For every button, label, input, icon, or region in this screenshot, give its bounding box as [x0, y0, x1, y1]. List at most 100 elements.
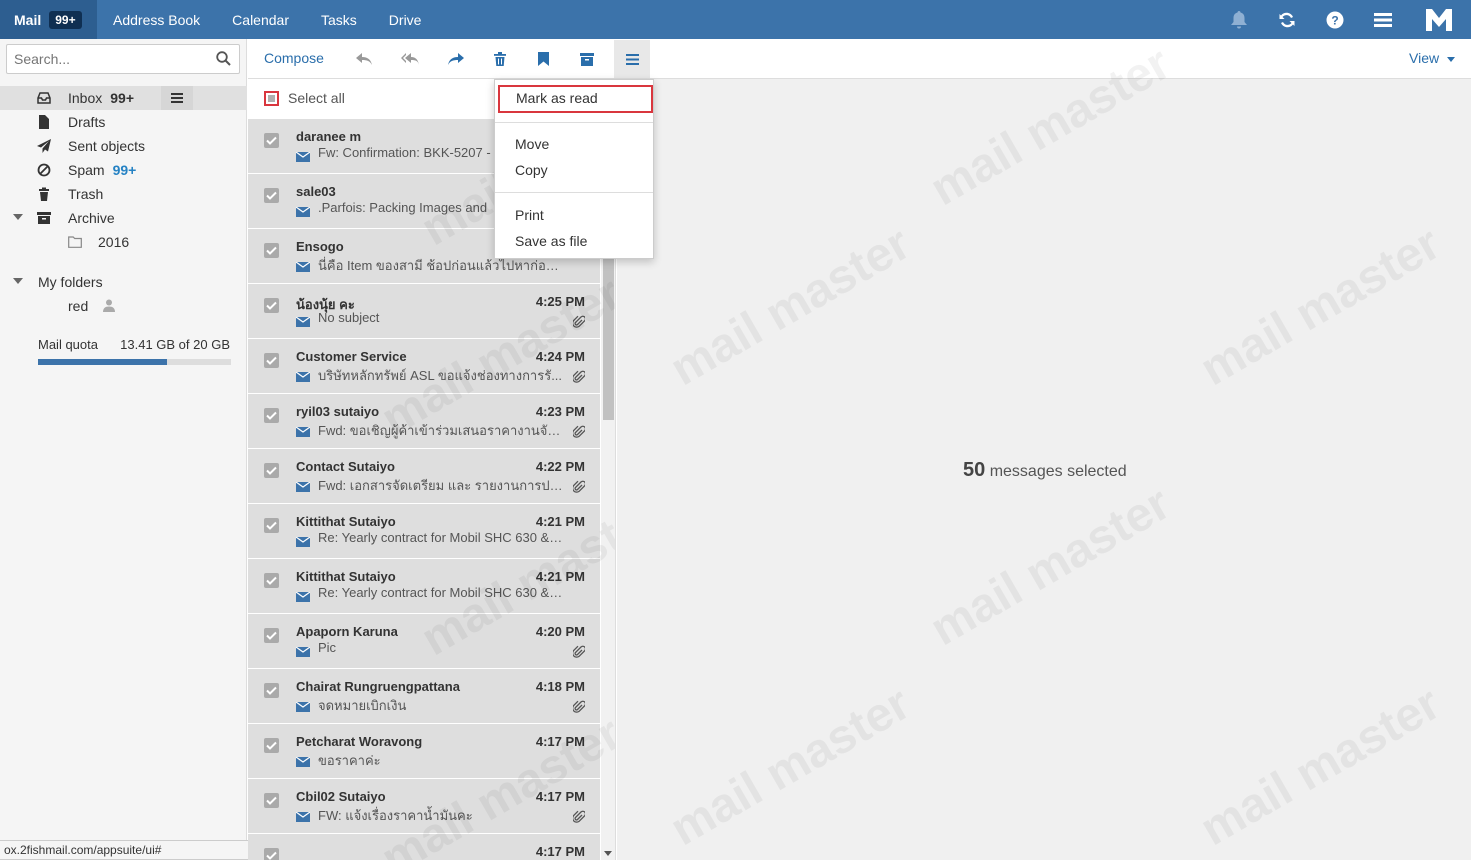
- check-icon: [266, 851, 277, 860]
- message-time: 4:22 PM: [535, 459, 585, 474]
- paperclip-icon: [572, 645, 587, 662]
- paperclip-icon: [572, 700, 587, 717]
- folder-trash[interactable]: Trash: [0, 182, 247, 206]
- nav-tasks[interactable]: Tasks: [305, 0, 373, 39]
- menu-item-print[interactable]: Print: [515, 207, 544, 223]
- message-subject: FW: แจ้งเรื่องราคาน้ำมันคะ: [318, 808, 473, 823]
- compose-button[interactable]: Compose: [264, 50, 324, 66]
- nav-mail-label: Mail: [14, 11, 42, 28]
- view-dropdown[interactable]: View: [1409, 50, 1455, 66]
- message-row[interactable]: Contact Sutaiyo 4:22 PM Fwd: เอกสารจัดเตรี…: [248, 449, 600, 504]
- watermark: mail master: [921, 476, 1180, 657]
- folder-drafts[interactable]: Drafts: [0, 110, 247, 134]
- row-checkbox[interactable]: [264, 848, 279, 860]
- message-row[interactable]: Kittithat Sutaiyo 4:21 PM Re: Yearly contr…: [248, 504, 600, 559]
- search-input[interactable]: [7, 45, 207, 73]
- delete-icon[interactable]: [488, 47, 512, 71]
- forward-icon[interactable]: [444, 47, 468, 71]
- refresh-icon[interactable]: [1263, 0, 1311, 39]
- nav-address-book[interactable]: Address Book: [97, 0, 216, 39]
- row-checkbox[interactable]: [264, 738, 279, 753]
- reply-icon[interactable]: [352, 47, 376, 71]
- row-checkbox[interactable]: [264, 353, 279, 368]
- row-checkbox[interactable]: [264, 628, 279, 643]
- inbox-icon: [37, 91, 51, 105]
- message-row[interactable]: Cbil02 Sutaiyo 4:17 PM FW: แจ้งเรื่องราคาน…: [248, 779, 600, 834]
- row-checkbox[interactable]: [264, 133, 279, 148]
- selection-summary: 50 messages selected: [963, 459, 1127, 482]
- inbox-menu-icon[interactable]: [161, 86, 193, 110]
- message-time: 4:17 PM: [535, 789, 585, 804]
- message-row[interactable]: Kittithat Sutaiyo 4:21 PM Re: Yearly contr…: [248, 559, 600, 614]
- row-checkbox[interactable]: [264, 793, 279, 808]
- nav-calendar[interactable]: Calendar: [216, 0, 305, 39]
- check-icon: [266, 741, 277, 750]
- archive-icon: [37, 211, 51, 225]
- search-icon[interactable]: [216, 51, 231, 69]
- row-checkbox[interactable]: [264, 243, 279, 258]
- envelope-icon: [295, 369, 311, 385]
- top-navigation-bar: Mail 99+ Address Book Calendar Tasks Dri…: [0, 0, 1471, 39]
- message-row[interactable]: Apaporn Karuna 4:20 PM Pic: [248, 614, 600, 669]
- menu-item-mark-as-read[interactable]: Mark as read: [498, 85, 653, 113]
- row-checkbox[interactable]: [264, 573, 279, 588]
- caret-down-icon[interactable]: [13, 278, 23, 284]
- menu-divider: [495, 192, 653, 193]
- message-time: 4:24 PM: [535, 349, 585, 364]
- message-row[interactable]: น้องนุ้ย คะ 4:25 PM No subject: [248, 284, 600, 339]
- send-icon: [37, 139, 51, 153]
- message-row[interactable]: 4:17 PM: [248, 834, 600, 860]
- caret-down-icon[interactable]: [13, 214, 23, 220]
- folder-red[interactable]: red: [0, 294, 247, 318]
- row-checkbox[interactable]: [264, 518, 279, 533]
- more-actions-icon[interactable]: [614, 40, 650, 78]
- nav-drive[interactable]: Drive: [373, 0, 438, 39]
- message-sender: ryil03 sutaiyo: [296, 404, 380, 419]
- message-time: 4:17 PM: [535, 844, 585, 859]
- message-row[interactable]: Petcharat Woravong 4:17 PM ขอราคาค่ะ: [248, 724, 600, 779]
- bell-icon[interactable]: [1215, 0, 1263, 39]
- trash-icon: [37, 187, 51, 201]
- flag-icon[interactable]: [531, 47, 555, 71]
- check-icon: [266, 136, 277, 145]
- row-checkbox[interactable]: [264, 298, 279, 313]
- message-row[interactable]: Chairat Rungruengpattana 4:18 PM จดหมายเบิ…: [248, 669, 600, 724]
- folder-inbox[interactable]: Inbox 99+: [0, 86, 247, 110]
- envelope-icon: [295, 424, 311, 440]
- folder-sent-label: Sent objects: [68, 138, 146, 154]
- caret-down-icon: [1447, 56, 1455, 62]
- menu-item-copy[interactable]: Copy: [515, 162, 548, 178]
- help-icon[interactable]: ?: [1311, 0, 1359, 39]
- folder-trash-label: Trash: [68, 186, 104, 202]
- detail-pane: mail master mail master mail master mail…: [617, 37, 1471, 860]
- check-icon: [266, 411, 277, 420]
- message-row[interactable]: Customer Service 4:24 PM บริษัทหลักทรัพย์ …: [248, 339, 600, 394]
- my-folders-header[interactable]: My folders: [0, 270, 247, 294]
- row-checkbox[interactable]: [264, 683, 279, 698]
- menu-item-save-as-file[interactable]: Save as file: [515, 233, 587, 249]
- hamburger-menu-icon[interactable]: [1359, 0, 1407, 39]
- paperclip-icon: [572, 315, 587, 332]
- envelope-icon: [295, 259, 311, 275]
- folder-archive-2016[interactable]: 2016: [0, 230, 247, 254]
- select-all-checkbox[interactable]: [264, 91, 279, 106]
- folder-archive[interactable]: Archive: [0, 206, 247, 230]
- archive-icon[interactable]: [575, 47, 599, 71]
- message-sender: Cbil02 Sutaiyo: [296, 789, 386, 804]
- folder-sent[interactable]: Sent objects: [0, 134, 247, 158]
- check-icon: [266, 576, 277, 585]
- menu-item-move[interactable]: Move: [515, 136, 549, 152]
- scroll-down-arrow-icon[interactable]: [604, 851, 612, 856]
- message-row[interactable]: ryil03 sutaiyo 4:23 PM Fwd: ขอเชิญผู้ค้าเข…: [248, 394, 600, 449]
- watermark: mail master: [1191, 216, 1450, 397]
- row-checkbox[interactable]: [264, 408, 279, 423]
- envelope-icon: [295, 809, 311, 825]
- row-checkbox[interactable]: [264, 463, 279, 478]
- checkbox-partial-icon: [268, 95, 275, 102]
- nav-mail[interactable]: Mail 99+: [0, 0, 97, 39]
- folder-spam[interactable]: Spam 99+: [0, 158, 247, 182]
- check-icon: [266, 631, 277, 640]
- envelope-icon: [295, 149, 311, 165]
- reply-all-icon[interactable]: [398, 47, 422, 71]
- row-checkbox[interactable]: [264, 188, 279, 203]
